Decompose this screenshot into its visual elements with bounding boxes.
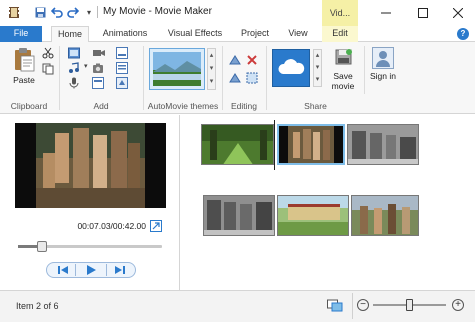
tab-animations[interactable]: Animations xyxy=(95,26,155,42)
tab-view[interactable]: View xyxy=(281,26,315,42)
save-movie-label[interactable]: Save movie xyxy=(326,71,360,91)
zoom-slider-thumb[interactable] xyxy=(405,299,413,311)
add-title-icon[interactable] xyxy=(92,77,104,89)
customize-quick-access-icon[interactable]: ▾ xyxy=(82,5,96,19)
add-caption-icon[interactable] xyxy=(116,47,128,59)
storyboard-clip-6[interactable] xyxy=(351,195,419,236)
tab-project[interactable]: Project xyxy=(235,26,275,42)
seek-bar[interactable] xyxy=(18,241,162,252)
select-all-icon[interactable] xyxy=(246,72,258,84)
share-gallery-scroll[interactable]: ▴ ▾ ▾ xyxy=(313,49,322,87)
paste-label: Paste xyxy=(13,75,35,85)
webcam-video-icon[interactable] xyxy=(92,47,105,59)
minimize-button[interactable] xyxy=(368,0,404,26)
title-divider xyxy=(97,6,98,18)
storyboard-clip-5[interactable] xyxy=(277,195,349,236)
app-icon[interactable] xyxy=(7,5,21,19)
storyboard-clip-3[interactable] xyxy=(347,124,419,165)
sign-in-icon[interactable] xyxy=(372,47,394,69)
tab-file[interactable]: File xyxy=(0,26,42,42)
thumbnail-size-icon[interactable] xyxy=(327,298,343,312)
fullscreen-preview-icon[interactable] xyxy=(150,220,162,232)
redo-icon[interactable] xyxy=(66,5,80,19)
close-button[interactable] xyxy=(440,0,475,26)
undo-icon[interactable] xyxy=(50,5,64,19)
cut-icon[interactable] xyxy=(42,47,54,59)
clipboard-group-label: Clipboard xyxy=(10,101,48,111)
automovie-group-label: AutoMovie themes xyxy=(147,101,219,111)
preview-time: 00:07.03/00:42.00 xyxy=(77,221,146,231)
rotate-right-icon[interactable] xyxy=(229,72,241,84)
editing-group-label: Editing xyxy=(231,101,257,111)
zoom-in-button[interactable]: + xyxy=(452,299,464,311)
status-divider xyxy=(352,293,353,319)
rotate-left-icon[interactable] xyxy=(229,54,241,66)
share-group-label: Share xyxy=(304,101,327,111)
status-bar: Item 2 of 6 − + xyxy=(0,290,475,322)
storyboard-pane xyxy=(181,115,475,290)
add-group-label: Add xyxy=(93,101,109,111)
tab-edit[interactable]: Edit xyxy=(322,26,358,42)
seek-thumb[interactable] xyxy=(37,241,48,252)
title-bar: ▾ My Movie - Movie Maker Vid... xyxy=(0,0,475,26)
add-music-icon[interactable] xyxy=(68,62,80,74)
add-effects-icon[interactable] xyxy=(116,77,128,89)
remove-icon[interactable] xyxy=(246,54,258,66)
save-movie-icon[interactable] xyxy=(334,47,354,67)
ribbon: Paste Clipboard ▾ Add ▴ ▾ ▾ AutoMovie th… xyxy=(0,42,475,114)
playback-controls xyxy=(46,262,136,278)
storyboard-clip-1[interactable] xyxy=(201,124,274,165)
zoom-out-button[interactable]: − xyxy=(357,299,369,311)
snapshot-icon[interactable] xyxy=(92,62,104,74)
zoom-slider[interactable] xyxy=(373,299,446,311)
tab-home[interactable]: Home xyxy=(51,26,89,43)
sign-in-label[interactable]: Sign in xyxy=(366,71,400,81)
group-divider xyxy=(364,46,365,94)
help-icon[interactable]: ? xyxy=(457,28,469,40)
automovie-theme-gallery-item[interactable] xyxy=(149,48,205,90)
paste-button[interactable] xyxy=(12,47,36,73)
item-count-text: Item 2 of 6 xyxy=(16,301,59,311)
storyboard-clip-4[interactable] xyxy=(203,195,275,236)
add-credits-icon[interactable] xyxy=(116,62,128,74)
ribbon-tab-row: File Home Animations Visual Effects Proj… xyxy=(0,26,475,43)
next-frame-button[interactable] xyxy=(106,264,132,276)
playhead[interactable] xyxy=(274,120,275,170)
maximize-button[interactable] xyxy=(405,0,441,26)
onedrive-share-button[interactable] xyxy=(272,49,310,87)
theme-gallery-scroll[interactable]: ▴ ▾ ▾ xyxy=(207,48,216,90)
play-button[interactable] xyxy=(78,264,104,276)
video-tools-context-title: Vid... xyxy=(322,0,358,26)
record-narration-icon[interactable] xyxy=(68,77,80,89)
tab-visual-effects[interactable]: Visual Effects xyxy=(161,26,229,42)
copy-icon[interactable] xyxy=(42,63,54,75)
previous-frame-button[interactable] xyxy=(50,264,76,276)
window-title: My Movie - Movie Maker xyxy=(103,6,212,17)
add-videos-photos-icon[interactable] xyxy=(68,47,80,59)
preview-pane: 00:07.03/00:42.00 xyxy=(0,115,180,290)
preview-monitor[interactable] xyxy=(15,123,166,208)
save-icon[interactable] xyxy=(33,5,47,19)
storyboard-clip-2-selected[interactable] xyxy=(277,124,345,165)
